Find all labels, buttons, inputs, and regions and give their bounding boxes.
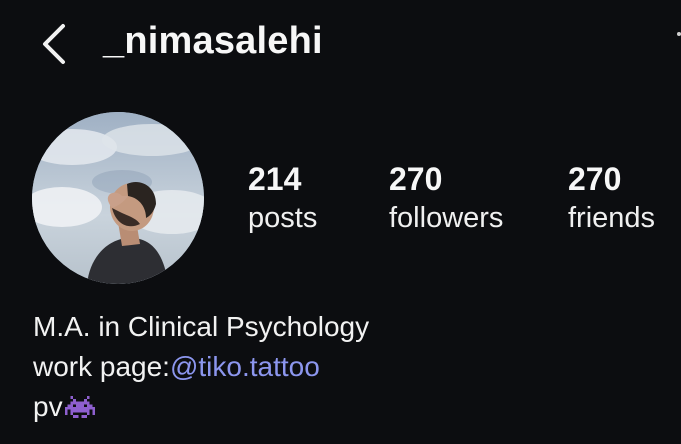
chevron-left-icon: [43, 24, 65, 64]
back-button[interactable]: [36, 22, 76, 66]
followers-count: 270: [389, 161, 443, 197]
stat-followers[interactable]: 270 followers: [389, 160, 503, 236]
posts-label: posts: [248, 202, 318, 234]
friends-count: 270: [568, 161, 622, 197]
bio-pv-text: pv: [33, 391, 63, 422]
profile-photo: [32, 112, 204, 284]
friends-label: friends: [568, 202, 656, 234]
bio-line-pv: pv: [33, 387, 369, 431]
stat-posts[interactable]: 214 posts: [248, 160, 317, 236]
stat-friends[interactable]: 270 friends: [568, 160, 655, 236]
bio-work-prefix: work page:: [33, 351, 170, 382]
posts-count: 214: [248, 161, 302, 197]
more-vertical-icon: [677, 32, 681, 36]
profile-username: _nimasalehi: [103, 20, 323, 62]
alien-monster-icon: [64, 391, 95, 431]
profile-bio: M.A. in Clinical Psychology work page:@t…: [33, 307, 369, 431]
more-options-button[interactable]: [673, 28, 681, 62]
bio-work-link[interactable]: @tiko.tattoo: [170, 351, 320, 382]
followers-label: followers: [389, 202, 504, 234]
profile-page: _nimasalehi 214 posts 270 followers 270 …: [0, 0, 681, 444]
bio-line-work: work page:@tiko.tattoo: [33, 347, 369, 387]
avatar[interactable]: [32, 112, 204, 284]
bio-line-degree: M.A. in Clinical Psychology: [33, 311, 370, 342]
